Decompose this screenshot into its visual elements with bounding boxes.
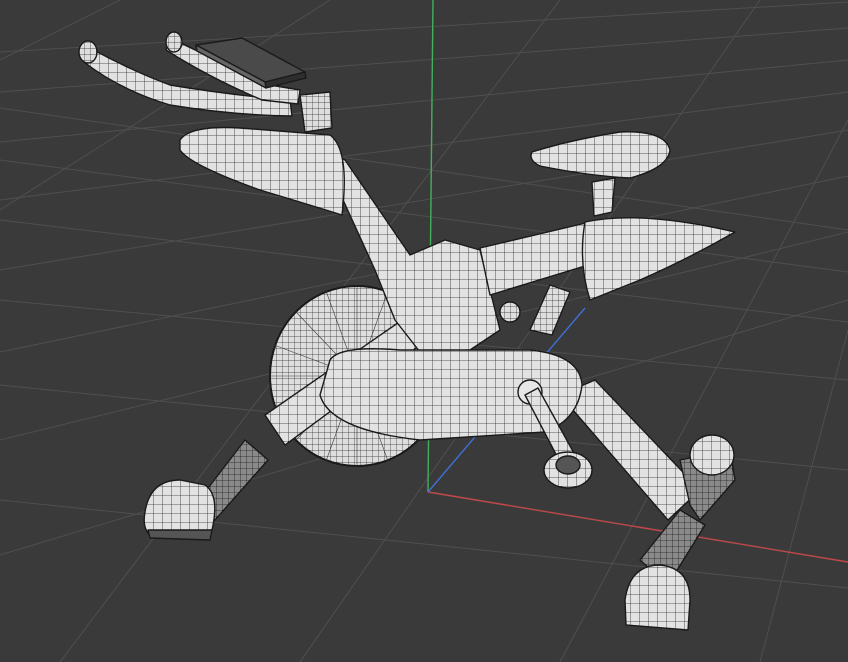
pedal[interactable] (543, 451, 593, 489)
handlebar-stem[interactable] (299, 91, 333, 133)
seat-post[interactable] (591, 177, 616, 217)
front-stabilizer[interactable] (143, 479, 216, 541)
3d-viewport[interactable] (0, 0, 848, 662)
